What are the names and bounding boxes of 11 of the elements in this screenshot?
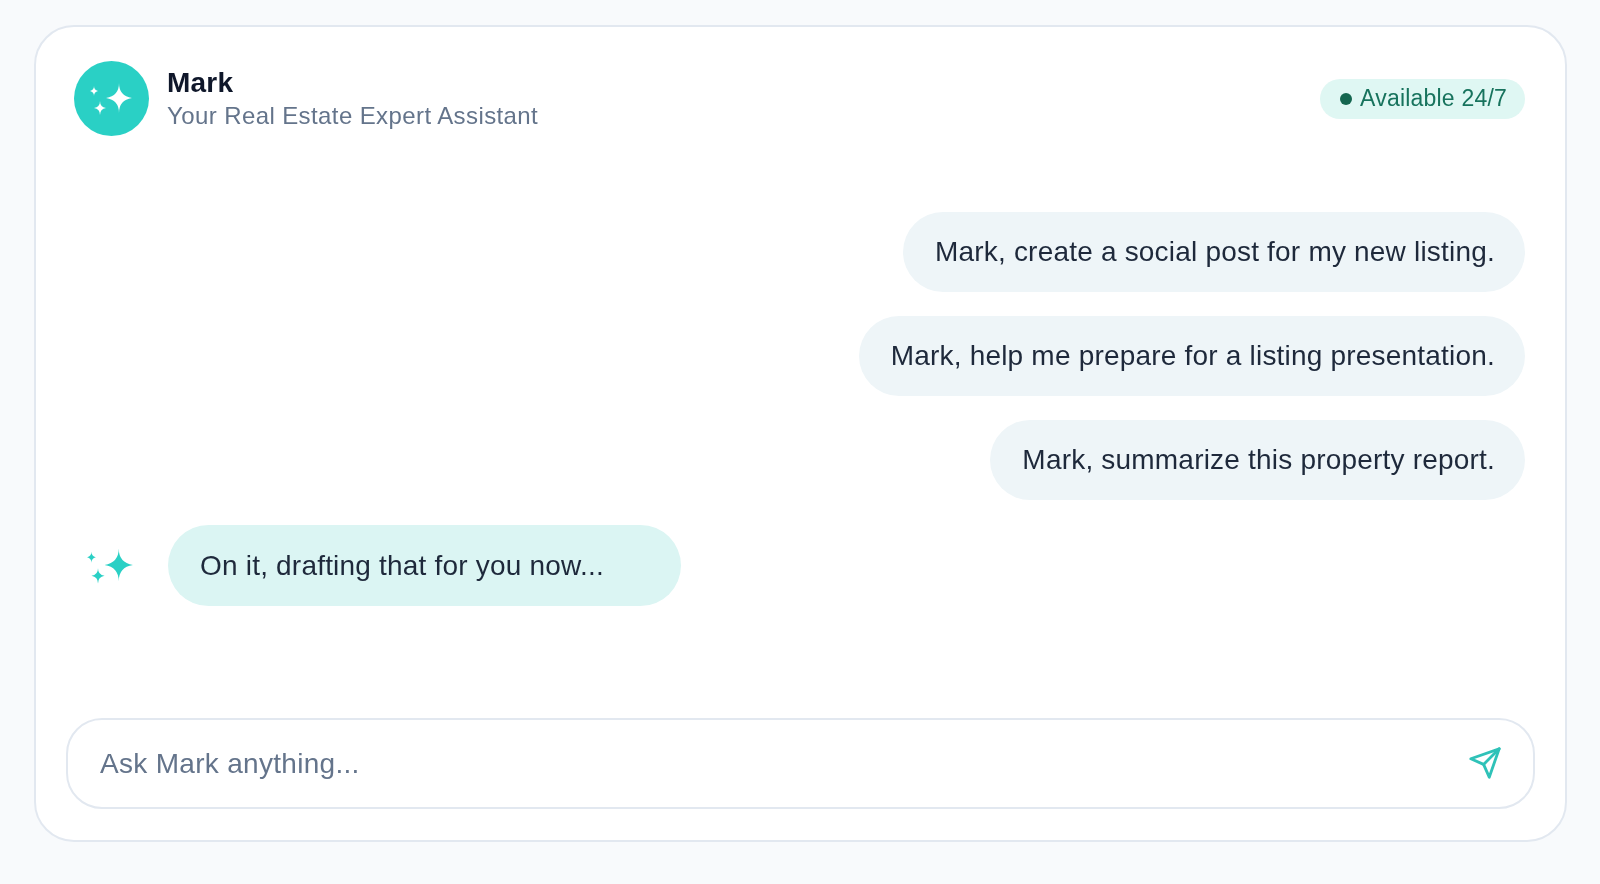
send-icon bbox=[1468, 746, 1502, 780]
sparkle-avatar-icon bbox=[74, 61, 149, 136]
message-input-field[interactable]: Ask Mark anything... bbox=[66, 718, 1535, 809]
status-dot-icon bbox=[1340, 92, 1353, 105]
assistant-name: Mark bbox=[167, 65, 235, 100]
user-message: Mark, help me prepare for a listing presentation. bbox=[858, 316, 1525, 396]
assistant-subtitle: Your Real Estate Expert Assistant bbox=[167, 100, 539, 131]
user-message: Mark, create a social post for my new listing. bbox=[902, 212, 1525, 292]
assistant-message: On it, drafting that for you now... bbox=[168, 525, 681, 606]
status-label: Available 24/7 bbox=[1360, 84, 1507, 114]
user-message: Mark, summarize this property report. bbox=[990, 420, 1525, 500]
